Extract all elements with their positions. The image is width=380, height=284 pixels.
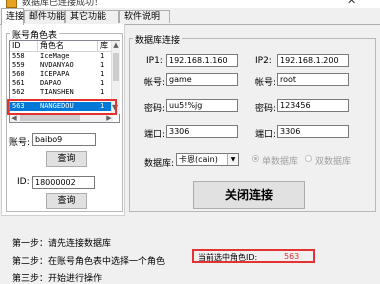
role-list-horizontal-scrollbar[interactable]: ◀ ▶ bbox=[10, 114, 113, 122]
id-input[interactable]: 18000002 bbox=[32, 176, 95, 189]
close-connection-button[interactable]: 关闭连接 bbox=[193, 181, 305, 209]
selected-row-highlight bbox=[7, 99, 117, 115]
radio-selected-dot bbox=[254, 157, 257, 160]
selected-id-label: 当前选中角色ID: bbox=[198, 253, 258, 262]
cell-name: NVDANYAO bbox=[40, 61, 74, 69]
query-id-button[interactable]: 查询 bbox=[46, 193, 87, 209]
db-groupbox-title: 数据库连接 bbox=[133, 33, 183, 46]
database-select-value: 卡恩(cain) bbox=[179, 155, 218, 164]
title-bar: 数据库已连接成功！ ✕ bbox=[0, 0, 380, 8]
ip2-label: IP2: bbox=[255, 56, 272, 66]
cell-db: 1 bbox=[100, 88, 105, 96]
scroll-right-icon[interactable]: ▶ bbox=[105, 114, 113, 122]
port1-input[interactable]: 3306 bbox=[166, 125, 238, 138]
password1-input[interactable]: uu5!%jg bbox=[166, 99, 238, 112]
cell-db: 1 bbox=[100, 61, 105, 69]
tab-connect[interactable]: 连接 bbox=[1, 8, 24, 25]
password2-input[interactable]: 123456 bbox=[277, 99, 349, 112]
port2-label: 端口: bbox=[255, 130, 277, 140]
single-db-label: 单数据库 bbox=[262, 157, 299, 167]
cell-db: 1 bbox=[100, 52, 105, 60]
scroll-left-icon[interactable]: ◀ bbox=[10, 114, 18, 122]
tab-help[interactable]: 软件说明 bbox=[119, 10, 170, 23]
selected-id-value: 563 bbox=[284, 252, 300, 261]
close-window-icon[interactable]: ✕ bbox=[347, 0, 356, 7]
database-label: 数据库: bbox=[144, 159, 175, 169]
port1-label: 端口: bbox=[144, 130, 166, 140]
account2-label: 帐号: bbox=[255, 78, 277, 88]
scroll-up-icon[interactable]: ▲ bbox=[112, 41, 120, 49]
id-label: ID: bbox=[17, 177, 30, 187]
cell-id: 559 bbox=[12, 61, 25, 69]
window-title: 数据库已连接成功！ bbox=[22, 0, 104, 8]
ip1-label: IP1: bbox=[146, 56, 163, 66]
ip1-input[interactable]: 192.168.1.160 bbox=[166, 54, 238, 67]
database-select[interactable]: 卡恩(cain) ▼ bbox=[176, 153, 239, 166]
column-header-db[interactable]: 库 bbox=[98, 41, 112, 51]
step-one-text: 第一步：请先连接数据库 bbox=[12, 239, 112, 249]
column-header-id[interactable]: ID bbox=[10, 41, 38, 51]
role-list-header: ID 角色名 库 bbox=[10, 41, 119, 52]
app-icon bbox=[6, 0, 17, 8]
column-header-name[interactable]: 角色名 bbox=[38, 41, 98, 51]
cell-name: DAPAO bbox=[40, 79, 62, 87]
cell-id: 561 bbox=[12, 79, 25, 87]
account-input[interactable]: baibo9 bbox=[32, 133, 96, 146]
table-row[interactable]: 558 IceMage 1 bbox=[10, 52, 119, 61]
tab-other[interactable]: 其它功能 bbox=[65, 10, 119, 23]
password1-label: 密码: bbox=[144, 104, 166, 114]
cell-name: ICEPAPA bbox=[40, 70, 70, 78]
tab-mail[interactable]: 邮件功能 bbox=[24, 10, 65, 23]
radio-single-db[interactable] bbox=[252, 155, 259, 162]
password2-label: 密码: bbox=[255, 104, 277, 114]
radio-dual-db[interactable] bbox=[305, 155, 312, 162]
cell-id: 558 bbox=[12, 52, 25, 60]
cell-name: IceMage bbox=[40, 52, 70, 60]
cell-db: 1 bbox=[100, 70, 105, 78]
ip2-input[interactable]: 192.168.1.200 bbox=[277, 54, 349, 67]
account2-input[interactable]: root bbox=[277, 73, 349, 86]
account1-input[interactable]: game bbox=[166, 73, 238, 86]
table-row[interactable]: 562 TIANSHEN 1 bbox=[10, 88, 119, 97]
account1-label: 帐号: bbox=[144, 78, 166, 88]
scrollbar-thumb[interactable] bbox=[113, 53, 119, 81]
cell-name: TIANSHEN bbox=[40, 88, 74, 96]
table-row[interactable]: 561 DAPAO 1 bbox=[10, 79, 119, 88]
table-row[interactable]: 559 NVDANYAO 1 bbox=[10, 61, 119, 70]
account-label: 账号: bbox=[9, 138, 31, 148]
cell-id: 560 bbox=[12, 70, 25, 78]
step-two-text: 第二步：在账号角色表中选择一个角色 bbox=[12, 257, 166, 267]
port2-input[interactable]: 3306 bbox=[277, 125, 349, 138]
step-three-text: 第三步：开始进行操作 bbox=[12, 274, 103, 284]
query-account-button[interactable]: 查询 bbox=[46, 151, 87, 167]
dual-db-label: 双数据库 bbox=[315, 157, 352, 167]
cell-id: 562 bbox=[12, 88, 25, 96]
chevron-down-icon[interactable]: ▼ bbox=[227, 154, 238, 165]
table-row[interactable]: 560 ICEPAPA 1 bbox=[10, 70, 119, 79]
scrollbar-thumb[interactable] bbox=[20, 115, 80, 121]
cell-db: 1 bbox=[100, 79, 105, 87]
